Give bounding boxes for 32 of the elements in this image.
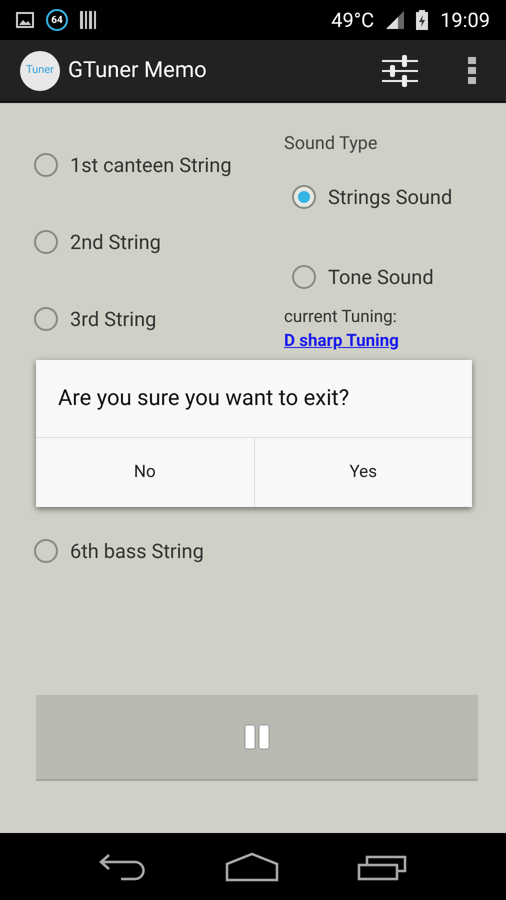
- temperature-text: 49°C: [331, 7, 374, 34]
- radio-button[interactable]: [292, 265, 316, 289]
- signal-icon: [386, 11, 404, 29]
- pause-icon: [244, 724, 270, 750]
- dialog-button[interactable]: Yes: [254, 438, 472, 507]
- clock-text: 19:09: [440, 7, 490, 34]
- radio-label[interactable]: 2nd String: [70, 227, 161, 257]
- radio-button[interactable]: [34, 307, 58, 331]
- radio-button[interactable]: [292, 185, 316, 209]
- current-tuning-label: current Tuning:: [284, 306, 398, 329]
- dialog-message: Are you sure you want to exit?: [58, 385, 350, 413]
- overflow-menu-icon[interactable]: [468, 56, 476, 84]
- section-label: Sound Type: [284, 132, 378, 156]
- dialog-button[interactable]: No: [36, 438, 254, 507]
- radio-button[interactable]: [34, 539, 58, 563]
- radio-label[interactable]: 3rd String: [70, 304, 156, 334]
- radio-label[interactable]: Strings Sound: [328, 182, 452, 212]
- tuning-link[interactable]: D sharp Tuning: [284, 330, 452, 350]
- app-title: GTuner Memo: [68, 57, 207, 85]
- radio-label[interactable]: 1st canteen String: [70, 150, 232, 180]
- settings-sliders-icon[interactable]: [382, 54, 418, 88]
- radio-button[interactable]: [34, 230, 58, 254]
- barcode-icon: [80, 11, 96, 29]
- back-icon[interactable]: [99, 852, 147, 880]
- home-icon[interactable]: [225, 852, 279, 882]
- radio-button[interactable]: [34, 153, 58, 177]
- radio-label[interactable]: 6th bass String: [70, 536, 204, 566]
- picture-icon: [16, 12, 34, 28]
- radio-label[interactable]: Tone Sound: [328, 262, 434, 292]
- app-logo: Tuner: [20, 50, 60, 90]
- notification-badge: 64: [46, 9, 68, 31]
- battery-icon: [416, 10, 428, 30]
